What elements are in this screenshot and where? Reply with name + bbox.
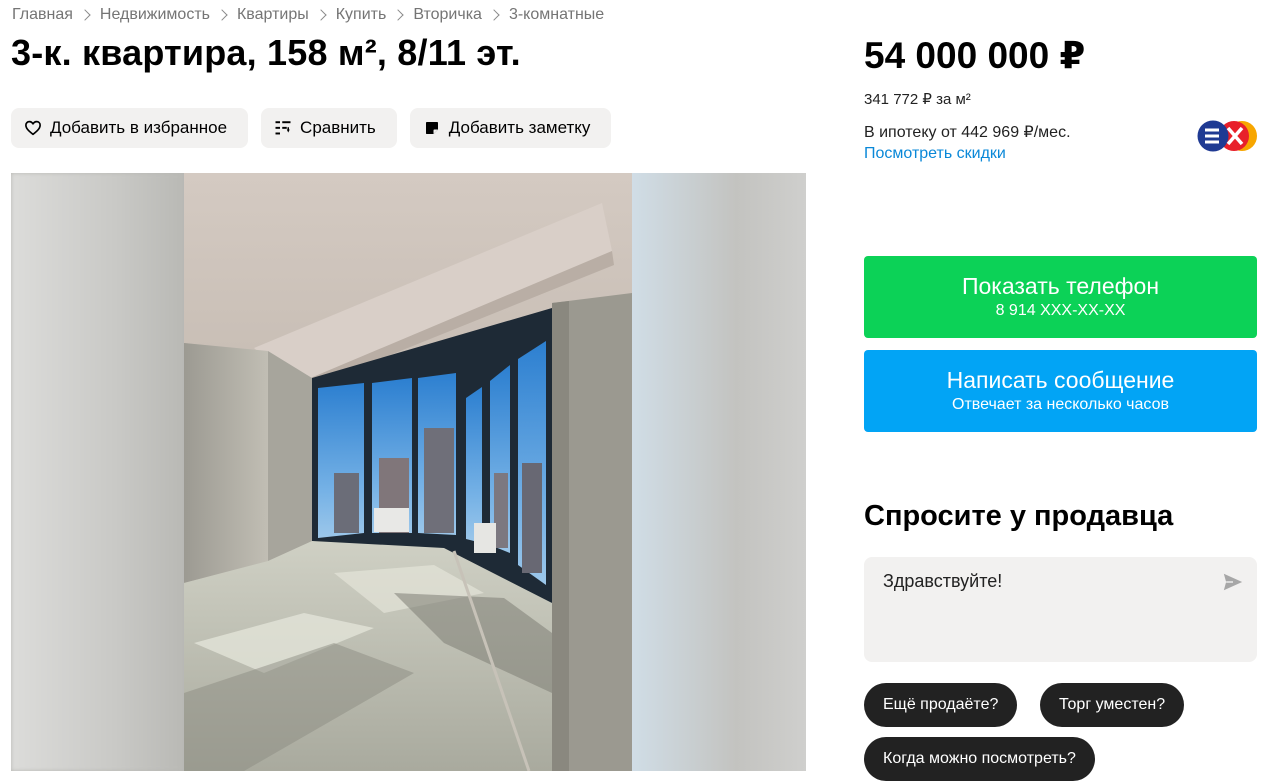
price: 54 000 000 ₽: [864, 35, 1086, 76]
mortgage-payment: В ипотеку от 442 969 ₽/мес.: [864, 124, 1071, 141]
add-to-favorites-label: Добавить в избранное: [50, 118, 228, 137]
chevron-right-icon: [392, 9, 404, 21]
breadcrumb-item-secondary[interactable]: Вторичка: [413, 6, 482, 24]
listing-actions: Добавить в избранное Сравнить Добавить з…: [11, 108, 612, 148]
breadcrumb-item-apartments[interactable]: Квартиры: [237, 6, 309, 24]
chevron-right-icon: [79, 9, 91, 21]
response-time: Отвечает за несколько часов: [952, 396, 1169, 413]
write-message-label: Написать сообщение: [946, 367, 1175, 393]
next-photo-preview[interactable]: [632, 173, 806, 771]
breadcrumb-item-home[interactable]: Главная: [12, 6, 73, 24]
write-message-button[interactable]: Написать сообщение Отвечает за несколько…: [864, 350, 1257, 432]
photo-gallery[interactable]: [11, 173, 806, 771]
add-note-label: Добавить заметку: [448, 118, 591, 137]
add-note-button[interactable]: Добавить заметку: [409, 108, 612, 148]
show-phone-label: Показать телефон: [961, 273, 1160, 299]
ask-seller-title: Спросите у продавца: [864, 500, 1174, 532]
seller-message-text[interactable]: Здравствуйте!: [883, 571, 1002, 592]
quick-question-bargain[interactable]: Торг уместен?: [1040, 683, 1185, 727]
compare-button[interactable]: Сравнить: [261, 108, 397, 148]
compare-label: Сравнить: [300, 118, 376, 137]
breadcrumb-item-buy[interactable]: Купить: [336, 6, 387, 24]
breadcrumb-item-realty[interactable]: Недвижимость: [100, 6, 210, 24]
previous-photo-preview[interactable]: [11, 173, 184, 771]
breadcrumb-item-three-room[interactable]: 3-комнатные: [509, 6, 604, 24]
heart-icon: [24, 119, 42, 137]
add-to-favorites-button[interactable]: Добавить в избранное: [11, 108, 249, 148]
chevron-right-icon: [488, 9, 500, 21]
show-phone-button[interactable]: Показать телефон 8 914 XXX-XX-XX: [864, 256, 1257, 338]
breadcrumb: Главная Недвижимость Квартиры Купить Вто…: [12, 6, 604, 24]
view-discounts-link[interactable]: Посмотреть скидки: [864, 145, 1006, 163]
page-title: 3-к. квартира, 158 м², 8/11 эт.: [11, 32, 521, 73]
quick-question-viewing-time[interactable]: Когда можно посмотреть?: [864, 737, 1095, 781]
chevron-right-icon: [216, 9, 228, 21]
price-per-square-meter: 341 772 ₽ за м²: [864, 91, 971, 108]
note-icon: [423, 119, 441, 137]
phone-number-masked: 8 914 XXX-XX-XX: [995, 302, 1126, 319]
apartment-photo[interactable]: [184, 173, 632, 771]
chevron-right-icon: [315, 9, 327, 21]
quick-question-still-selling[interactable]: Ещё продаёте?: [864, 683, 1018, 727]
send-arrow-icon[interactable]: [1222, 571, 1244, 593]
bank-logo-icon[interactable]: [1197, 120, 1259, 152]
compare-list-icon: [274, 119, 292, 137]
seller-message-input[interactable]: Здравствуйте!: [864, 557, 1257, 662]
